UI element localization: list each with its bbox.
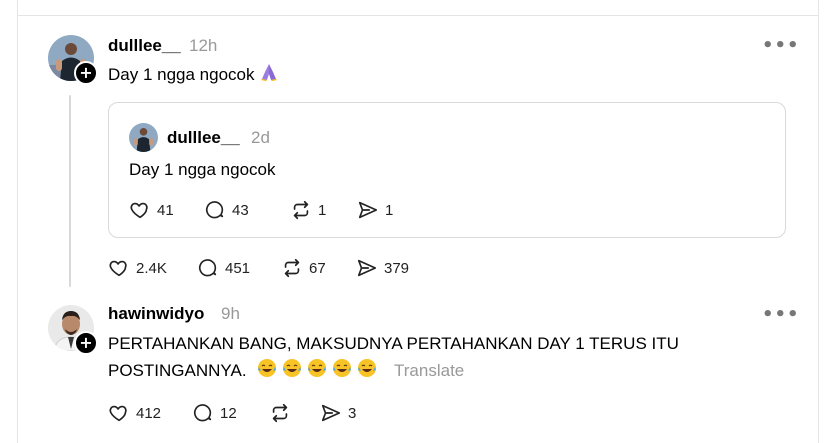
laughing-emoji xyxy=(357,358,377,386)
share-button[interactable]: 3 xyxy=(320,402,356,424)
repost-count: 1 xyxy=(318,201,327,219)
repost-button[interactable] xyxy=(269,402,320,424)
share-button[interactable]: 379 xyxy=(356,257,409,279)
repost-count: 67 xyxy=(309,259,326,277)
reply-button[interactable]: 451 xyxy=(197,257,281,279)
folded-hands-emoji xyxy=(259,62,279,90)
reply-button[interactable]: 12 xyxy=(192,402,269,424)
share-count: 1 xyxy=(385,201,394,219)
laughing-emoji xyxy=(307,358,327,386)
post-text-line-1: PERTAHANKAN BANG, MAKSUDNYA PERTAHANKAN … xyxy=(108,334,679,353)
heart-icon xyxy=(130,202,148,219)
heart-icon xyxy=(109,405,127,422)
heart-icon xyxy=(109,260,127,277)
more-options-icon[interactable]: ••• xyxy=(762,37,800,55)
laughing-emoji xyxy=(282,358,302,386)
laughing-emoji-group xyxy=(251,359,377,380)
repost-icon xyxy=(284,258,300,278)
send-icon xyxy=(357,259,377,277)
post-time[interactable]: 9h xyxy=(221,304,240,324)
quoted-text: Day 1 ngga ngocok xyxy=(129,160,276,179)
post-actions: 2.4K 451 67 379 xyxy=(108,257,409,279)
share-count: 3 xyxy=(348,404,357,422)
reply-count: 451 xyxy=(225,259,251,277)
like-button[interactable]: 412 xyxy=(108,402,192,424)
reply-button[interactable]: 43 xyxy=(204,199,290,221)
post-time[interactable]: 12h xyxy=(189,36,217,56)
post-username[interactable]: dulllee__ xyxy=(108,36,181,56)
post-text-content: Day 1 ngga ngocok xyxy=(108,65,255,84)
quoted-post-card[interactable]: dulllee__ 2d Day 1 ngga ngocok 41 43 1 1 xyxy=(108,102,786,238)
share-count: 379 xyxy=(384,259,410,277)
more-options-icon[interactable]: ••• xyxy=(762,306,800,324)
laughing-emoji xyxy=(257,358,277,386)
share-button[interactable]: 1 xyxy=(357,199,393,221)
quoted-avatar[interactable] xyxy=(129,123,158,152)
follow-plus-button[interactable]: + xyxy=(74,331,98,355)
comment-icon xyxy=(193,404,212,422)
like-count: 41 xyxy=(157,201,174,219)
divider xyxy=(17,15,818,16)
follow-plus-button[interactable]: + xyxy=(74,61,98,85)
thread-line xyxy=(69,95,71,287)
post-text-line-2: POSTINGANNYA. Translate xyxy=(108,357,464,386)
laughing-emoji xyxy=(332,358,352,386)
quoted-actions: 41 43 1 1 xyxy=(129,199,393,221)
like-count: 2.4K xyxy=(136,259,167,277)
comment-icon xyxy=(205,201,224,219)
send-icon xyxy=(358,201,378,219)
post-actions: 412 12 3 xyxy=(108,402,356,424)
like-button[interactable]: 41 xyxy=(129,199,204,221)
avatar-image xyxy=(129,123,158,152)
repost-icon xyxy=(272,403,288,423)
translate-link[interactable]: Translate xyxy=(394,361,464,380)
repost-button[interactable]: 1 xyxy=(290,199,357,221)
quoted-time[interactable]: 2d xyxy=(251,128,270,148)
like-count: 412 xyxy=(136,404,162,422)
comment-icon xyxy=(198,259,217,277)
post-username[interactable]: hawinwidyo xyxy=(108,304,204,324)
reply-count: 12 xyxy=(220,404,237,422)
quoted-username[interactable]: dulllee__ xyxy=(167,128,240,148)
post-text-content: POSTINGANNYA. xyxy=(108,361,247,380)
repost-icon xyxy=(293,200,309,220)
like-button[interactable]: 2.4K xyxy=(108,257,197,279)
send-icon xyxy=(321,404,341,422)
reply-count: 43 xyxy=(232,201,249,219)
repost-button[interactable]: 67 xyxy=(281,257,356,279)
post-text: Day 1 ngga ngocok xyxy=(108,61,279,90)
